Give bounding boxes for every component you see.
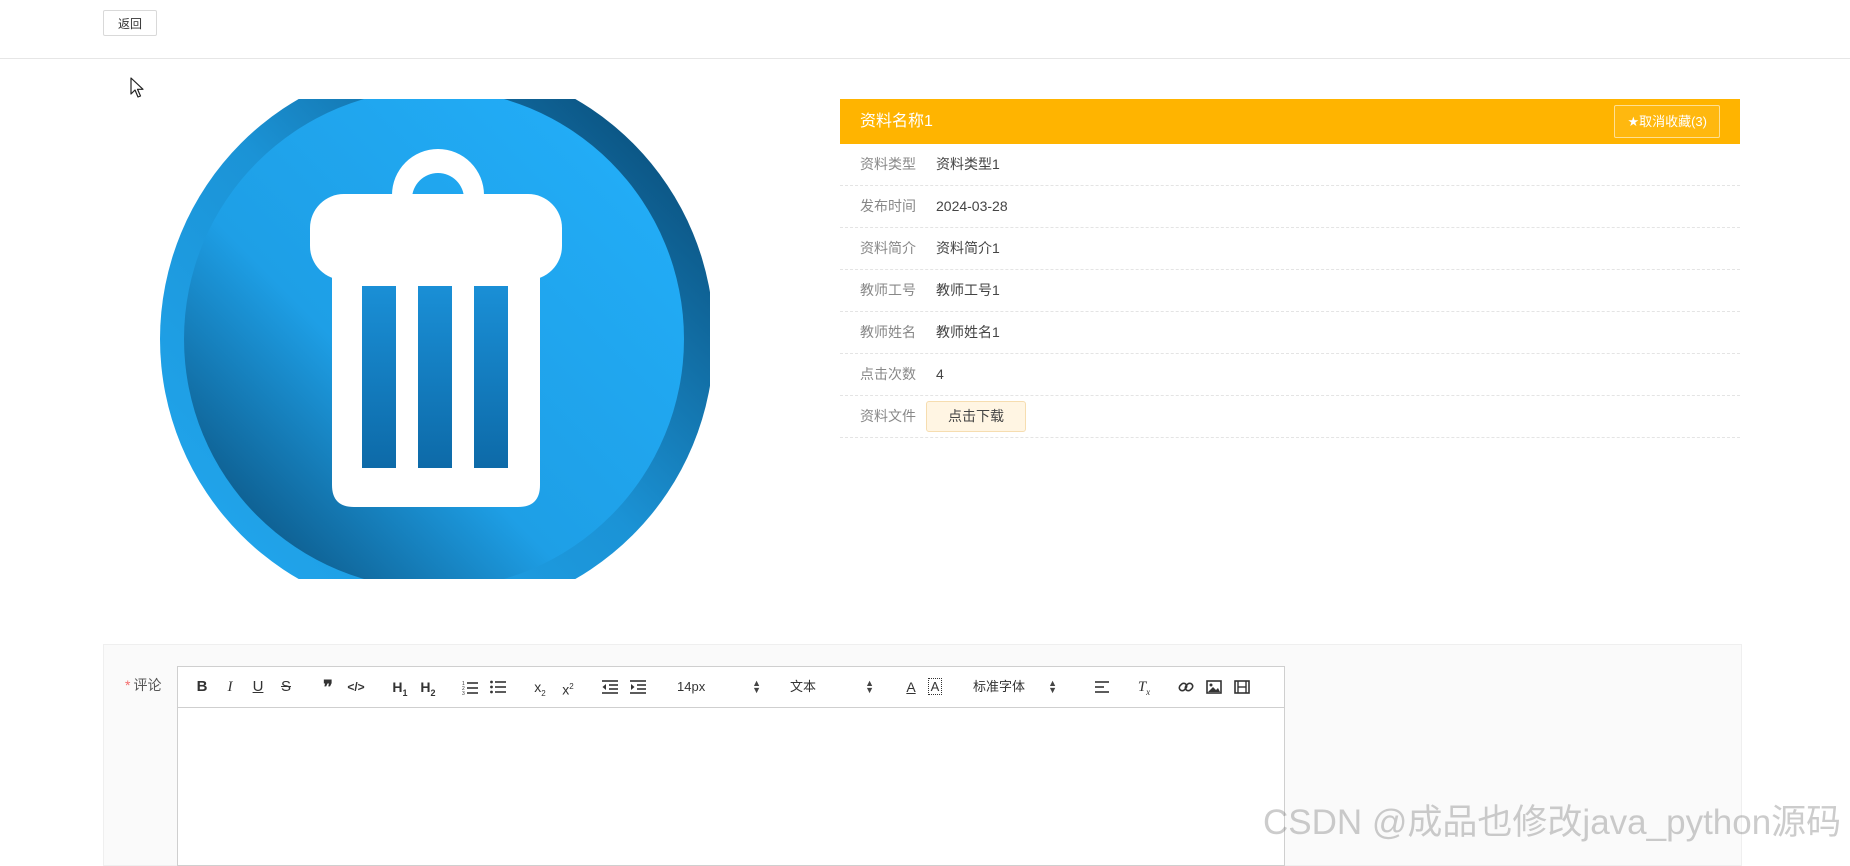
field-value: 教师姓名1 (936, 324, 1000, 340)
cover-image (150, 99, 710, 579)
field-value: 教师工号1 (936, 282, 1000, 298)
field-value: 2024-03-28 (936, 198, 1008, 214)
field-row-teacher-id: 教师工号 教师工号1 (840, 270, 1740, 312)
field-row-type: 资料类型 资料类型1 (840, 144, 1740, 186)
field-row-file: 资料文件 点击下载 (840, 396, 1740, 438)
trash-bin-icon (160, 99, 710, 579)
watermark: CSDN @成品也修改java_python源码 (1263, 803, 1842, 842)
image-icon[interactable] (1203, 675, 1225, 699)
mouse-cursor-icon (130, 77, 144, 98)
underline-icon[interactable]: U (247, 675, 269, 699)
back-button[interactable]: 返回 (103, 10, 157, 36)
superscript-icon[interactable]: x2 (557, 675, 579, 699)
editor-toolbar: B I U S ❞ </> H1 H2 123 x2 x2 14px ▲ ▼ 文… (178, 667, 1284, 708)
ordered-list-icon[interactable]: 123 (459, 675, 481, 699)
bullet-list-icon[interactable] (487, 675, 509, 699)
comment-editor-area[interactable] (178, 708, 1284, 865)
svg-text:3: 3 (462, 691, 465, 695)
detail-header: 资料名称1 ★取消收藏(3) (840, 99, 1740, 144)
field-label: 发布时间 (860, 198, 916, 214)
field-label: 资料简介 (860, 240, 916, 256)
strikethrough-icon[interactable]: S (275, 675, 297, 699)
rich-text-editor: B I U S ❞ </> H1 H2 123 x2 x2 14px ▲ ▼ 文… (177, 666, 1285, 866)
comment-label-text: 评论 (133, 677, 162, 693)
link-icon[interactable] (1175, 675, 1197, 699)
font-family-value: 标准字体 (973, 679, 1026, 694)
indent-icon[interactable] (627, 675, 649, 699)
font-color-icon[interactable]: A (900, 675, 922, 699)
blockquote-icon[interactable]: ❞ (317, 675, 339, 699)
font-size-select[interactable]: 14px ▲ ▼ (677, 675, 761, 699)
field-label: 资料文件 (860, 408, 916, 424)
clear-format-icon[interactable]: Tx (1133, 675, 1155, 699)
comment-label: * 评论 (125, 675, 161, 695)
video-icon[interactable] (1231, 675, 1253, 699)
field-label: 点击次数 (860, 366, 916, 382)
italic-icon[interactable]: I (219, 675, 241, 699)
top-bar: 返回 (0, 0, 1850, 59)
code-block-icon[interactable]: </> (345, 675, 367, 699)
field-value: 资料类型1 (936, 156, 1000, 172)
field-row-click-count: 点击次数 4 (840, 354, 1740, 396)
required-mark: * (125, 677, 131, 693)
field-value: 4 (936, 366, 944, 382)
header-select[interactable]: 文本 ▲ ▼ (790, 675, 874, 699)
subscript-icon[interactable]: x2 (529, 675, 551, 699)
field-label: 教师工号 (860, 282, 916, 298)
detail-panel: 资料名称1 ★取消收藏(3) 资料类型 资料类型1 发布时间 2024-03-2… (840, 99, 1740, 438)
detail-title: 资料名称1 (860, 113, 933, 130)
download-button[interactable]: 点击下载 (926, 401, 1026, 432)
cancel-favorite-button[interactable]: ★取消收藏(3) (1614, 105, 1720, 138)
header-2-icon[interactable]: H2 (417, 675, 439, 699)
field-row-teacher-name: 教师姓名 教师姓名1 (840, 312, 1740, 354)
field-value: 资料简介1 (936, 240, 1000, 256)
select-arrows-icon: ▲ ▼ (1048, 678, 1057, 695)
align-icon[interactable] (1091, 675, 1113, 699)
background-color-icon[interactable]: A (924, 675, 946, 699)
header-select-value: 文本 (790, 679, 817, 694)
bold-icon[interactable]: B (191, 675, 213, 699)
header-1-icon[interactable]: H1 (389, 675, 411, 699)
field-row-publish-date: 发布时间 2024-03-28 (840, 186, 1740, 228)
field-label: 教师姓名 (860, 324, 916, 340)
field-row-summary: 资料简介 资料简介1 (840, 228, 1740, 270)
select-arrows-icon: ▲ ▼ (752, 678, 761, 695)
select-arrows-icon: ▲ ▼ (865, 678, 874, 695)
font-family-select[interactable]: 标准字体 ▲ ▼ (973, 675, 1057, 699)
outdent-icon[interactable] (599, 675, 621, 699)
field-label: 资料类型 (860, 156, 916, 172)
font-size-value: 14px (677, 679, 706, 694)
